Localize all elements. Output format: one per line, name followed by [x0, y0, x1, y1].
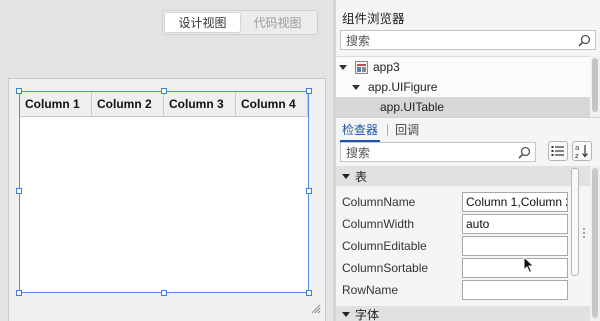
property-inspector: 检查器 | 回调 搜索 a z 表 ColumnName Column 1,Co…: [336, 117, 600, 321]
property-name: ColumnName: [342, 195, 416, 209]
property-name: RowName: [342, 283, 399, 297]
property-row-rowname: RowName: [336, 279, 590, 301]
property-name: ColumnEditable: [342, 239, 427, 253]
column-header[interactable]: Column 3: [164, 92, 236, 116]
property-name: ColumnWidth: [342, 217, 415, 231]
svg-text:z: z: [575, 152, 579, 159]
tree-item-uitable[interactable]: app.UITable: [336, 97, 590, 117]
component-tree: app3 app.UIFigure app.UITable: [336, 56, 590, 117]
svg-text:a: a: [575, 144, 579, 152]
sort-az-button[interactable]: a z: [572, 141, 592, 161]
property-row-columneditable: ColumnEditable: [336, 235, 590, 257]
table-header: Column 1 Column 2 Column 3 Column 4: [20, 92, 308, 117]
inspector-tabs: 检查器 | 回调: [336, 118, 600, 142]
tab-inspector[interactable]: 检查器: [340, 121, 381, 142]
component-browser: 组件浏览器 搜索 app3 app.UIFigure app.UITable: [336, 0, 600, 117]
group-label: 字体: [355, 307, 380, 321]
expand-chevron-icon[interactable]: [339, 64, 347, 70]
mouse-pointer-icon: [523, 256, 535, 274]
property-name: ColumnSortable: [342, 261, 429, 275]
group-label: 表: [355, 169, 368, 184]
columneditable-field[interactable]: [462, 236, 568, 256]
app-icon: [355, 60, 368, 74]
resize-handle-top-left[interactable]: [16, 88, 22, 94]
grouped-view-button[interactable]: [548, 141, 568, 161]
columnwidth-field[interactable]: auto: [462, 214, 568, 234]
grouped-list-icon: [551, 146, 564, 156]
search-icon: [578, 34, 591, 47]
search-placeholder: 搜索: [346, 33, 371, 48]
scrollbar-thumb[interactable]: [592, 168, 598, 318]
property-group-table[interactable]: 表: [336, 166, 590, 186]
tab-divider: |: [386, 122, 390, 136]
resize-handle-bottom-left[interactable]: [16, 290, 22, 296]
search-icon: [518, 146, 531, 159]
expand-chevron-icon[interactable]: [352, 84, 360, 90]
column-header[interactable]: Column 1: [20, 92, 92, 116]
property-group-font[interactable]: 字体: [336, 306, 590, 321]
component-browser-title: 组件浏览器: [342, 12, 405, 26]
property-row-columnsortable: ColumnSortable: [336, 257, 590, 279]
design-view-tab[interactable]: 设计视图: [165, 13, 240, 32]
tree-scrollbar[interactable]: [591, 56, 600, 117]
sort-az-icon: a z: [575, 144, 588, 159]
tree-item-uifigure[interactable]: app.UIFigure: [336, 77, 590, 97]
view-toggle: 设计视图 代码视图: [162, 10, 318, 35]
property-row-columnname: ColumnName Column 1,Column 2,: [336, 191, 590, 213]
columnname-field[interactable]: Column 1,Column 2,: [462, 192, 568, 212]
columnsortable-field[interactable]: [462, 258, 568, 278]
tree-item-label: app.UIFigure: [368, 80, 438, 94]
tree-item-label: app.UITable: [380, 100, 445, 114]
resize-handle-bottom-right[interactable]: [306, 290, 312, 296]
more-options-icon[interactable]: · · ·: [581, 222, 587, 242]
scrollbar-thumb[interactable]: [592, 58, 598, 112]
scrollbar-thumb[interactable]: [571, 168, 579, 276]
column-header[interactable]: Column 2: [92, 92, 164, 116]
ui-table[interactable]: Column 1 Column 2 Column 3 Column 4: [19, 91, 309, 293]
resize-handle-right[interactable]: [306, 188, 312, 194]
resize-handle-bottom[interactable]: [161, 290, 167, 296]
code-view-tab[interactable]: 代码视图: [240, 13, 315, 32]
collapse-triangle-icon[interactable]: [342, 173, 350, 179]
property-search-input[interactable]: 搜索: [340, 142, 536, 162]
table-properties-scrollbar[interactable]: [570, 166, 580, 278]
resize-handle-left[interactable]: [16, 188, 22, 194]
search-placeholder: 搜索: [346, 145, 371, 160]
resize-handle-top[interactable]: [161, 88, 167, 94]
tree-item-label: app3: [373, 60, 400, 74]
resize-handle-top-right[interactable]: [306, 88, 312, 94]
collapse-triangle-icon[interactable]: [342, 311, 350, 317]
figure-resize-grip-icon[interactable]: [311, 304, 321, 314]
inspector-scrollbar[interactable]: [591, 166, 600, 321]
property-row-columnwidth: ColumnWidth auto: [336, 213, 590, 235]
rowname-field[interactable]: [462, 280, 568, 300]
column-header[interactable]: Column 4: [236, 92, 308, 116]
component-search-input[interactable]: 搜索: [340, 30, 596, 50]
tree-item-app3[interactable]: app3: [336, 57, 590, 77]
tab-callbacks[interactable]: 回调: [395, 121, 419, 138]
